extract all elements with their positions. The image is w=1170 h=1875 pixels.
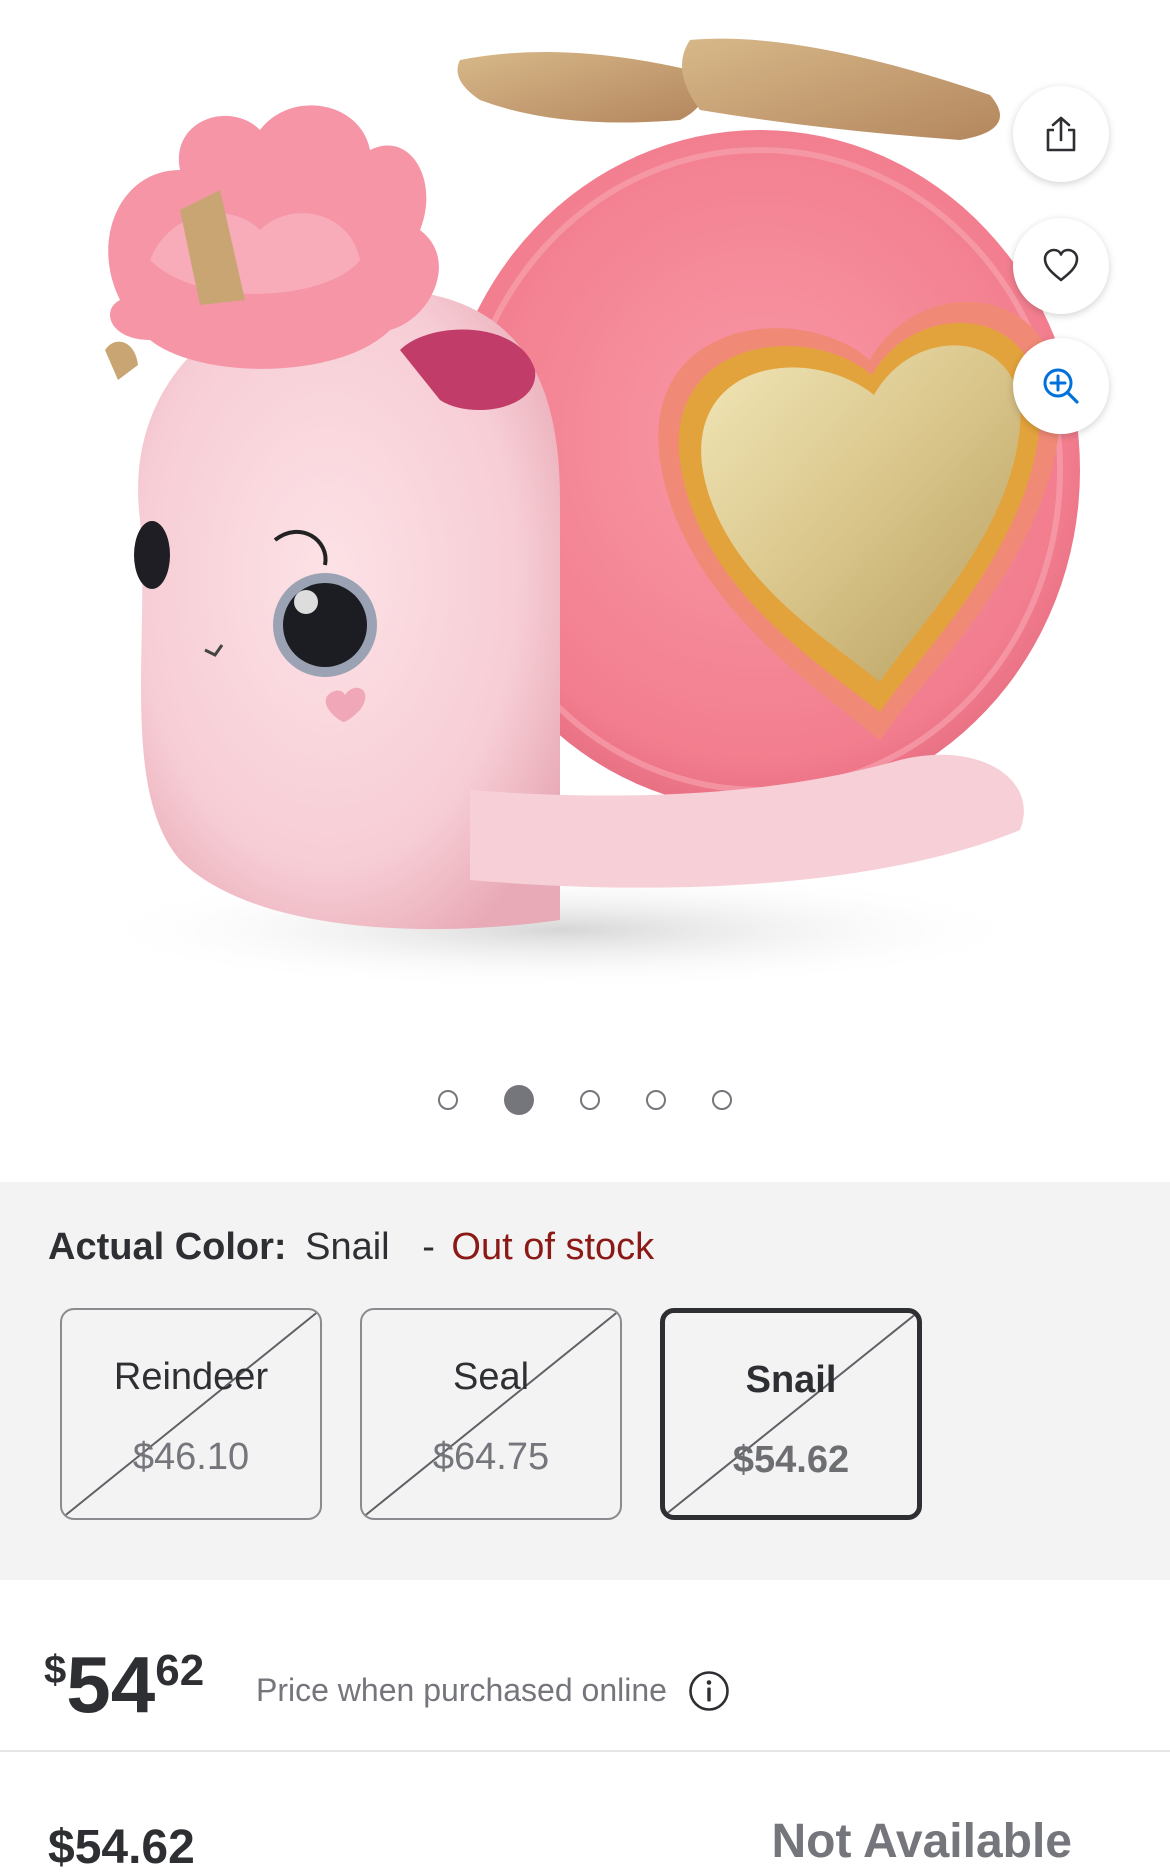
availability-status: Not Available [771, 1815, 1072, 1868]
heart-icon [1043, 248, 1079, 282]
carousel-dot-1[interactable] [438, 1090, 458, 1110]
variant-name: Snail [745, 1359, 837, 1401]
zoom-button[interactable] [1013, 338, 1109, 434]
unavailable-strike-icon [362, 1310, 620, 1518]
variant-name: Reindeer [113, 1356, 269, 1398]
price-dollars: 54 [66, 1640, 156, 1729]
color-label: Actual Color: [48, 1226, 287, 1268]
variant-option-seal[interactable]: Seal $64.75 [360, 1308, 622, 1520]
carousel-dot-3[interactable] [580, 1090, 600, 1110]
price-currency: $ [44, 1648, 67, 1692]
color-selected-value: Snail [305, 1226, 390, 1268]
color-separator: - [422, 1226, 435, 1268]
share-button[interactable] [1013, 86, 1109, 182]
carousel-dot-5[interactable] [712, 1090, 732, 1110]
color-selector-header: Actual Color: Snail - Out of stock [48, 1226, 654, 1269]
current-price: $5462 [44, 1640, 204, 1730]
carousel-dots [0, 1085, 1170, 1115]
variant-price: $64.75 [432, 1436, 550, 1478]
product-image-carousel[interactable] [0, 0, 1170, 1180]
stock-status: Out of stock [451, 1226, 655, 1268]
zoom-in-icon [1043, 368, 1079, 404]
product-image[interactable] [0, 0, 1170, 1040]
carousel-dot-2-active[interactable] [504, 1085, 534, 1115]
variant-name: Seal [452, 1356, 530, 1398]
variant-price: $46.10 [132, 1436, 250, 1478]
unavailable-strike-icon [665, 1313, 917, 1515]
carousel-dot-4[interactable] [646, 1090, 666, 1110]
section-divider [0, 1750, 1170, 1752]
unavailable-strike-icon [62, 1310, 320, 1518]
share-icon [1046, 116, 1076, 152]
fulfillment-price: $54.62 [48, 1821, 195, 1874]
favorite-button[interactable] [1013, 218, 1109, 314]
variant-option-reindeer[interactable]: Reindeer $46.10 [60, 1308, 322, 1520]
variant-option-snail-selected[interactable]: Snail $54.62 [660, 1308, 922, 1520]
price-note: Price when purchased online [256, 1672, 667, 1708]
price-cents: 62 [155, 1646, 205, 1695]
info-icon[interactable] [688, 1670, 730, 1712]
variant-price: $54.62 [732, 1439, 850, 1481]
